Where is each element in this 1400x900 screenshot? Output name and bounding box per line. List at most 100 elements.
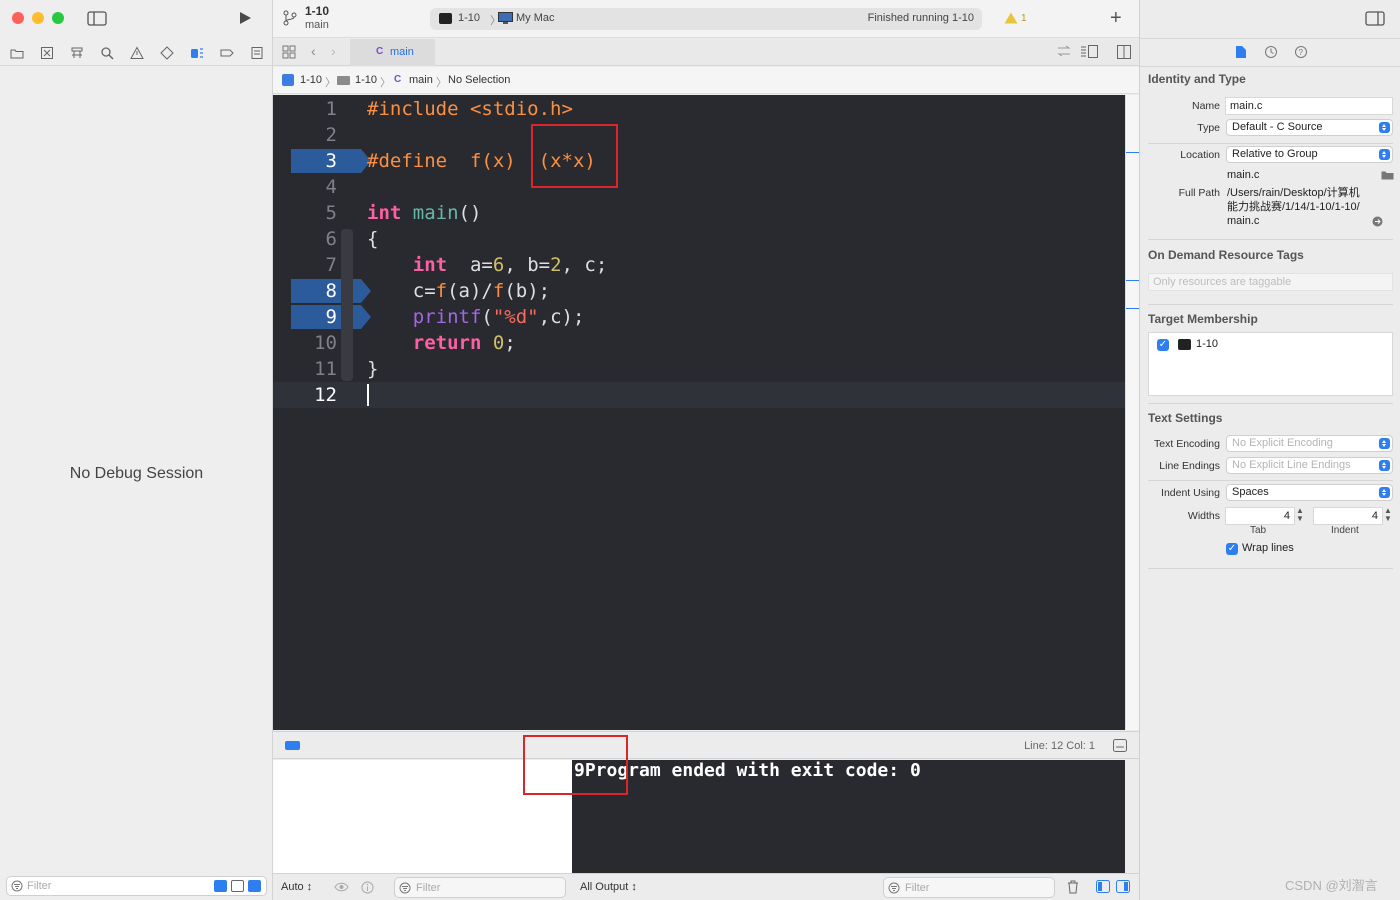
test-diamond-icon[interactable]: [160, 46, 174, 60]
text-encoding-popup[interactable]: No Explicit Encoding: [1226, 435, 1393, 452]
run-target-label[interactable]: 1-10: [458, 12, 480, 24]
close-window-button[interactable]: [12, 12, 24, 24]
debug-navigator-icon[interactable]: [190, 46, 204, 60]
swap-arrows-icon[interactable]: [1057, 45, 1071, 57]
line-endings-popup[interactable]: No Explicit Line Endings: [1226, 457, 1393, 474]
wrap-lines-label: Wrap lines: [1242, 542, 1294, 554]
breakpoint-navigator-icon[interactable]: [220, 46, 234, 60]
back-chevron-icon[interactable]: ‹: [311, 43, 316, 59]
code-line-9[interactable]: printf("%d",c);: [367, 306, 585, 328]
target-membership-list: ✓ 1-10: [1148, 332, 1393, 396]
breakpoint-marker: [1126, 308, 1139, 309]
code-folding-ribbon[interactable]: [341, 229, 353, 381]
show-variables-view-icon[interactable]: [1096, 880, 1110, 893]
location-popup[interactable]: Relative to Group: [1226, 146, 1393, 163]
info-icon[interactable]: [361, 881, 374, 894]
location-value: Relative to Group: [1232, 148, 1318, 160]
tab-caption: Tab: [1250, 525, 1267, 536]
console-output-selector[interactable]: All Output ↕: [580, 881, 637, 893]
report-navigator-icon[interactable]: [250, 46, 264, 60]
folder-icon[interactable]: [1381, 170, 1394, 180]
name-field[interactable]: main.c: [1225, 97, 1393, 115]
variables-filter-field[interactable]: Filter: [394, 877, 566, 898]
code-line-8[interactable]: c=f(a)/f(b);: [367, 280, 550, 302]
folder-icon[interactable]: [10, 46, 24, 60]
indent-width-stepper[interactable]: ▲ ▼: [1384, 507, 1394, 525]
indent-using-popup[interactable]: Spaces: [1226, 484, 1393, 501]
target-checkbox[interactable]: ✓: [1157, 339, 1169, 351]
source-editor[interactable]: [273, 95, 1125, 730]
quick-help-icon[interactable]: ?: [1294, 45, 1308, 59]
breadcrumb-group[interactable]: 1-10: [355, 74, 377, 86]
indent-using-label: Indent Using: [1161, 487, 1220, 499]
breadcrumb-selection[interactable]: No Selection: [448, 74, 510, 86]
divider: [1148, 403, 1393, 404]
wrap-lines-checkbox[interactable]: ✓: [1226, 543, 1238, 555]
navigator-selector-bar: [0, 40, 273, 66]
warning-triangle-icon[interactable]: [1004, 12, 1018, 24]
code-line-10[interactable]: return 0;: [367, 332, 516, 354]
trash-icon[interactable]: [1067, 880, 1079, 894]
hide-frames-icon[interactable]: [231, 880, 244, 892]
add-editor-icon[interactable]: [1117, 45, 1131, 59]
tab-width-field[interactable]: 4: [1225, 507, 1295, 525]
search-icon[interactable]: [100, 46, 114, 60]
code-line-6[interactable]: {: [367, 228, 378, 250]
file-inspector-icon[interactable]: [1235, 45, 1247, 59]
show-console-view-icon[interactable]: [1116, 880, 1130, 893]
sidebar-toggle-icon[interactable]: [87, 11, 107, 26]
run-destination-label[interactable]: My Mac: [516, 12, 555, 24]
divider: [1148, 480, 1393, 481]
symbol-navigator-icon[interactable]: [70, 46, 84, 60]
target-membership-title: Target Membership: [1148, 312, 1258, 326]
tab-main[interactable]: C main: [350, 39, 435, 66]
navigator-filter-field[interactable]: Filter: [6, 876, 267, 896]
code-line-5[interactable]: int main(): [367, 202, 481, 224]
line-number: 2: [325, 124, 337, 146]
breakpoints-toggle-icon[interactable]: [285, 741, 300, 750]
console-filter-field[interactable]: Filter: [883, 877, 1055, 898]
eye-icon[interactable]: [334, 882, 349, 892]
code-line-1[interactable]: #include <stdio.h>: [367, 98, 573, 120]
activity-view[interactable]: 1-10 〉 My Mac Finished running 1-10: [430, 8, 982, 30]
indent-using-value: Spaces: [1232, 486, 1269, 498]
cursor-position-label: Line: 12 Col: 1: [1024, 740, 1095, 752]
breadcrumb-project[interactable]: 1-10: [300, 74, 322, 86]
breadcrumb-file[interactable]: main: [409, 74, 433, 86]
text-cursor: [367, 384, 369, 406]
code-line-7[interactable]: int a=6, b=2, c;: [367, 254, 608, 276]
zoom-window-button[interactable]: [52, 12, 64, 24]
breadcrumb-chevron-icon: 〉: [380, 77, 391, 89]
code-token: (): [458, 202, 482, 224]
forward-chevron-icon[interactable]: ›: [331, 43, 336, 59]
filter-icon: [399, 882, 411, 894]
text-encoding-label: Text Encoding: [1154, 438, 1220, 450]
warning-count-badge[interactable]: 1: [1021, 13, 1027, 24]
inspector-toggle-icon[interactable]: [1365, 11, 1385, 26]
run-button[interactable]: [237, 10, 253, 26]
view-options-icon[interactable]: [248, 880, 261, 892]
location-label: Location: [1180, 149, 1220, 161]
related-items-grid-icon[interactable]: [282, 45, 296, 59]
scheme-branch: main: [305, 19, 329, 31]
type-popup[interactable]: Default - C Source: [1226, 119, 1393, 136]
auto-variables-selector[interactable]: Auto ↕: [281, 881, 312, 893]
hide-debug-area-icon[interactable]: [1113, 739, 1127, 752]
indent-width-field[interactable]: 4: [1313, 507, 1383, 525]
add-library-button[interactable]: +: [1110, 7, 1122, 30]
scheme-selector[interactable]: 1-10 main: [305, 4, 329, 31]
minimize-window-button[interactable]: [32, 12, 44, 24]
editor-options-icon[interactable]: [1080, 45, 1098, 58]
show-threads-icon[interactable]: [214, 880, 227, 892]
issue-warning-icon[interactable]: [130, 46, 144, 60]
code-token: ,c);: [538, 306, 585, 328]
project-icon: [282, 74, 294, 86]
tab-width-stepper[interactable]: ▲ ▼: [1296, 507, 1306, 525]
on-demand-resource-tags-title: On Demand Resource Tags: [1148, 248, 1304, 262]
code-line-11[interactable]: }: [367, 358, 378, 380]
reveal-in-finder-icon[interactable]: [1372, 216, 1383, 227]
minimap-scroll-strip[interactable]: [1125, 95, 1139, 730]
source-control-icon[interactable]: [40, 46, 54, 60]
history-clock-icon[interactable]: [1264, 45, 1278, 59]
breakpoint-marker: [1126, 280, 1139, 281]
